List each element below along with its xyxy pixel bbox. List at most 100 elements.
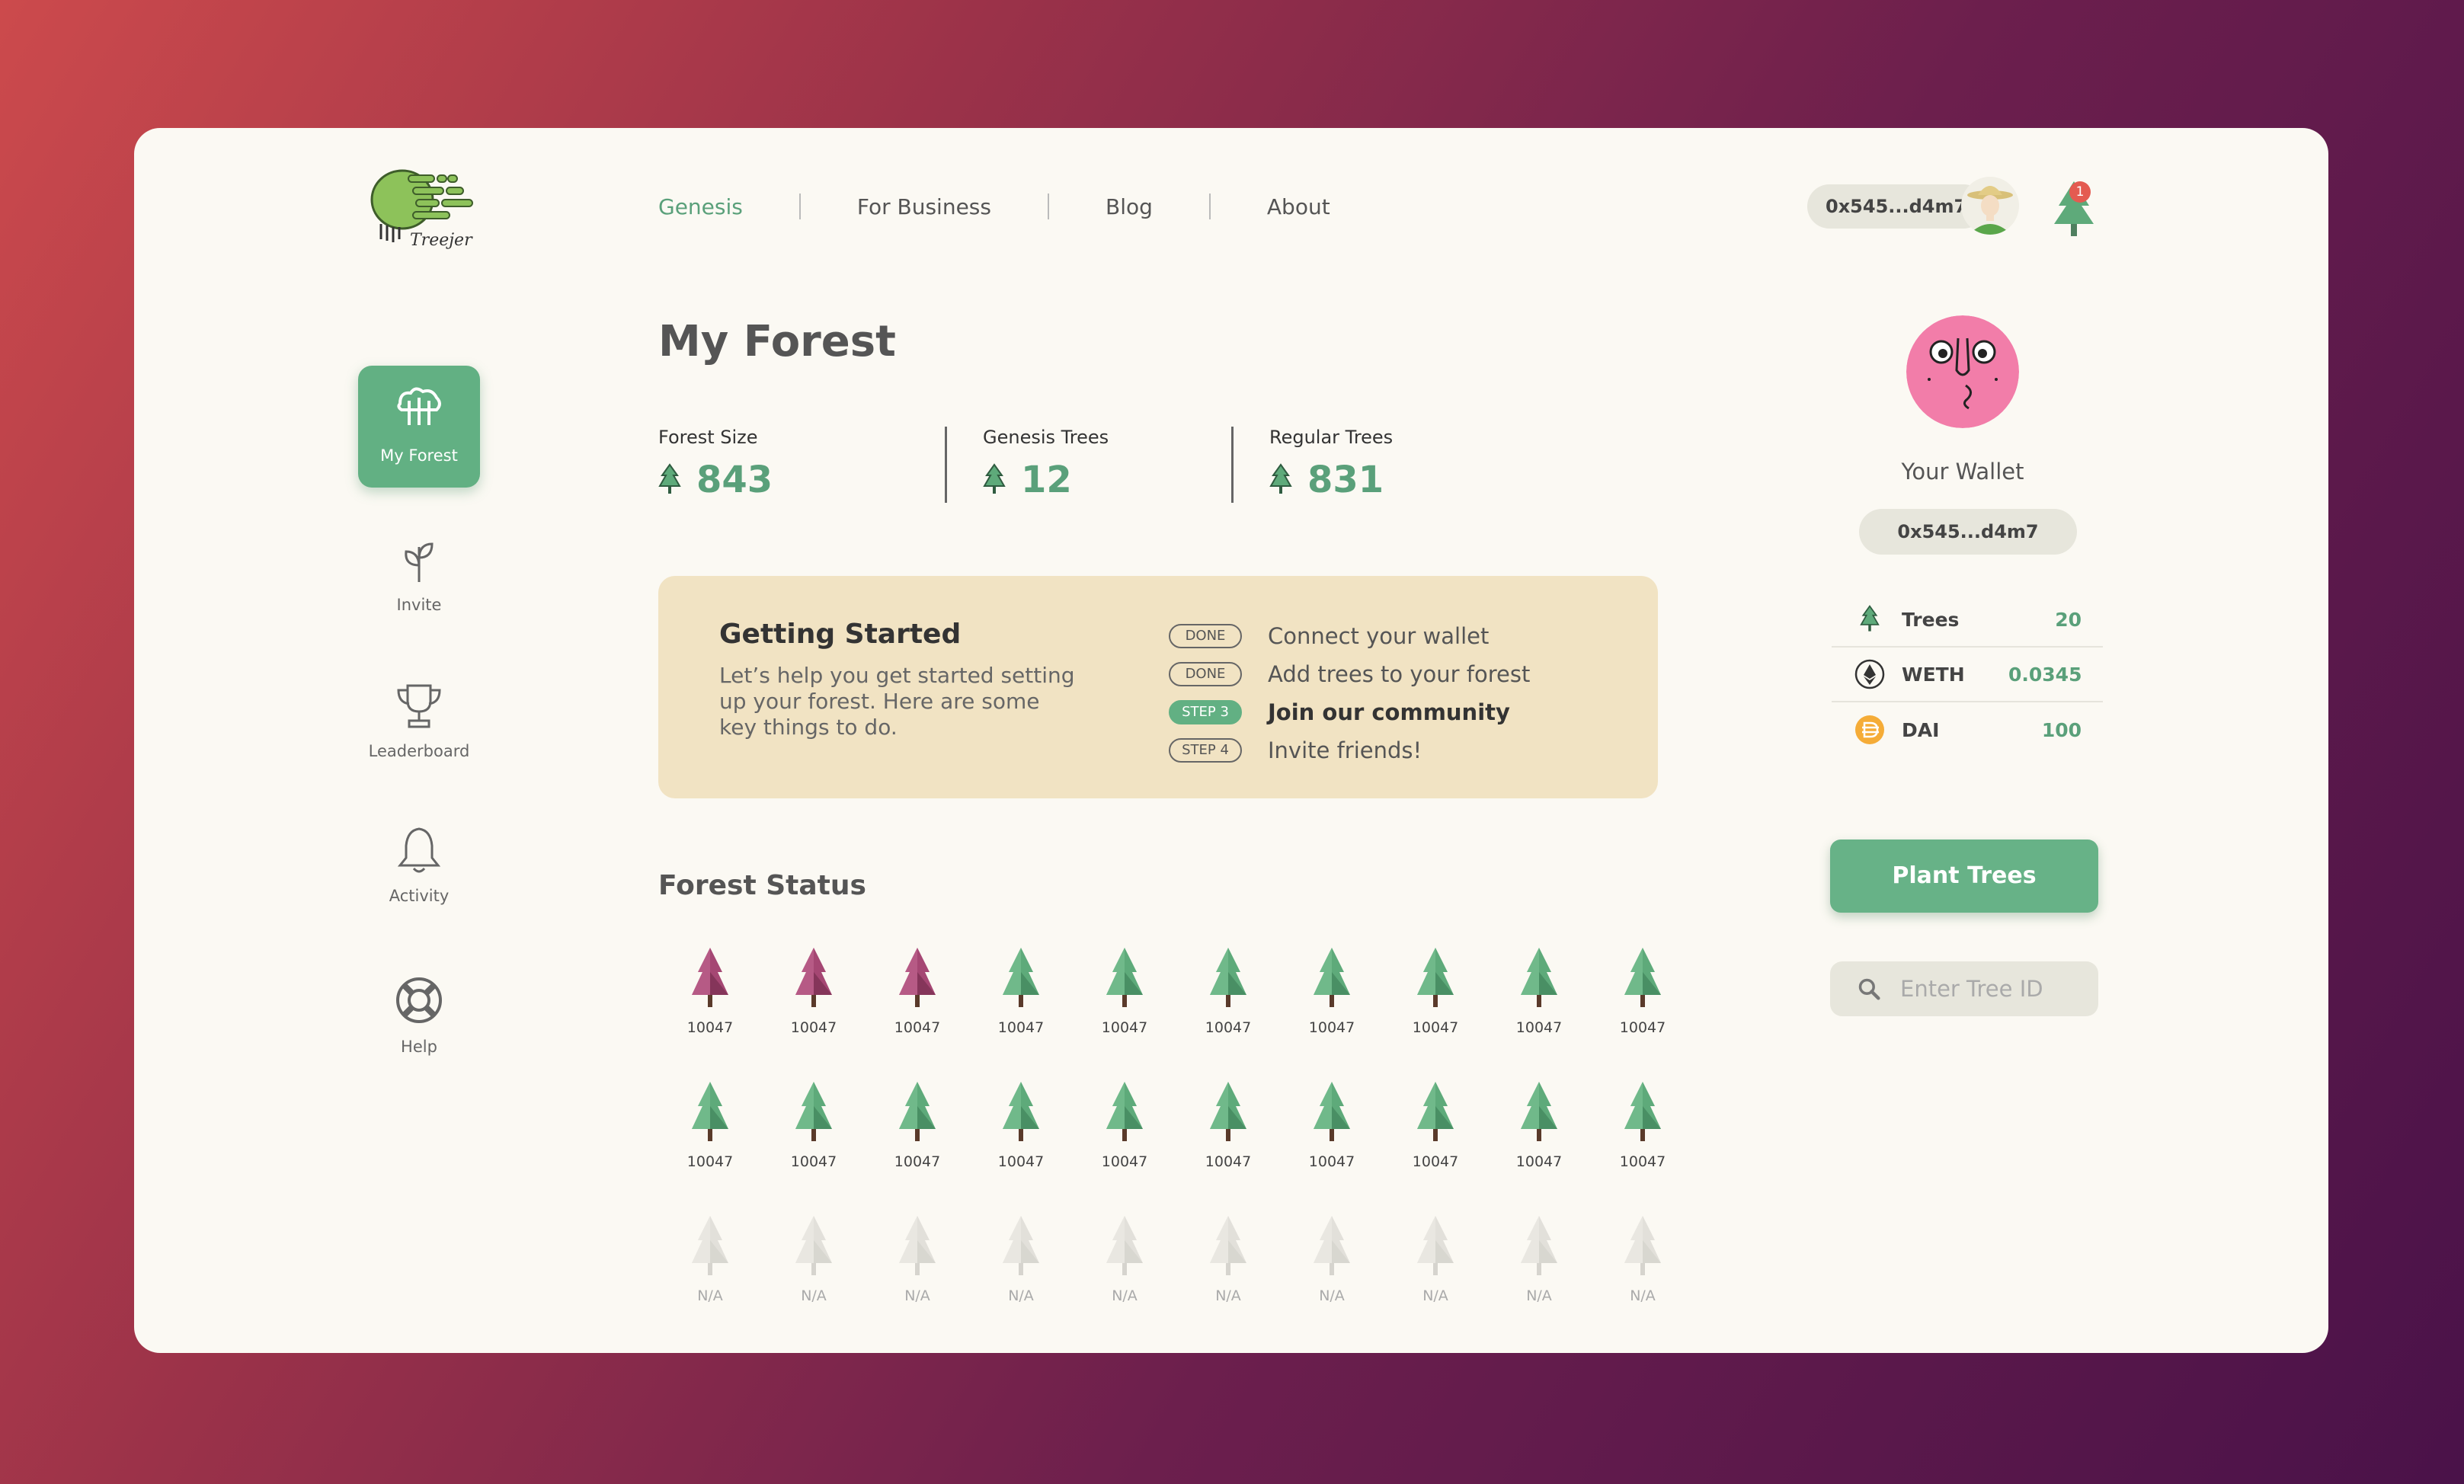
- stat-divider: [1231, 427, 1234, 503]
- nav-blog[interactable]: Blog: [1049, 194, 1209, 219]
- sidebar-item-invite[interactable]: Invite: [358, 515, 480, 637]
- getting-started-panel: Getting Started Let’s help you get start…: [658, 576, 1658, 798]
- empty-tree-slot[interactable]: N/A: [1487, 1204, 1591, 1326]
- nav-about[interactable]: About: [1211, 194, 1387, 219]
- asset-row-dai: DAI 100: [1832, 702, 2103, 757]
- empty-tree-slot[interactable]: N/A: [1591, 1204, 1694, 1326]
- bell-icon: [397, 827, 441, 873]
- step-text: Connect your wallet: [1268, 623, 1490, 649]
- empty-tree-slot[interactable]: N/A: [762, 1204, 866, 1326]
- regular-tree-icon: [1314, 1082, 1350, 1141]
- tree-icon: [1860, 605, 1880, 632]
- empty-tree-icon: [1521, 1216, 1557, 1275]
- step-invite-friends[interactable]: STEP 4 Invite friends!: [1169, 731, 1530, 769]
- empty-tree-slot[interactable]: N/A: [1384, 1204, 1487, 1326]
- nav-genesis[interactable]: Genesis: [658, 194, 799, 219]
- sidebar-item-my-forest[interactable]: My Forest: [358, 366, 480, 488]
- tree-id-label: N/A: [1422, 1287, 1448, 1304]
- regular-tree-icon: [1106, 948, 1143, 1007]
- stat-forest-size: Forest Size 843: [658, 427, 945, 501]
- tree-id-label: 10047: [1101, 1019, 1148, 1036]
- top-nav: Genesis For Business Blog About: [658, 193, 1387, 219]
- empty-tree-slot[interactable]: N/A: [969, 1204, 1073, 1326]
- asset-value: 100: [2041, 718, 2082, 741]
- regular-tree-icon: [1417, 948, 1454, 1007]
- tree-id-label: 10047: [1619, 1153, 1666, 1170]
- tree-item[interactable]: 10047: [866, 1070, 969, 1191]
- tree-id-input[interactable]: [1900, 976, 2098, 1002]
- tree-id-label: 10047: [894, 1019, 941, 1036]
- nav-for-business[interactable]: For Business: [801, 194, 1048, 219]
- tree-id-label: N/A: [1319, 1287, 1345, 1304]
- stat-genesis-trees: Genesis Trees 12: [945, 427, 1231, 503]
- tree-item[interactable]: 10047: [866, 935, 969, 1057]
- getting-started-title: Getting Started: [719, 619, 962, 650]
- plant-trees-button[interactable]: Plant Trees: [1830, 840, 2098, 913]
- getting-started-description: Let’s help you get started setting up yo…: [719, 663, 1075, 740]
- step-add-trees[interactable]: DONE Add trees to your forest: [1169, 655, 1530, 693]
- user-avatar[interactable]: [1961, 177, 2019, 235]
- tree-item[interactable]: 10047: [1487, 935, 1591, 1057]
- tree-id-label: 10047: [1205, 1153, 1252, 1170]
- tree-id-label: 10047: [1412, 1019, 1459, 1036]
- empty-tree-slot[interactable]: N/A: [1176, 1204, 1280, 1326]
- empty-tree-slot[interactable]: N/A: [1073, 1204, 1176, 1326]
- empty-tree-slot[interactable]: N/A: [866, 1204, 969, 1326]
- tree-item[interactable]: 10047: [1384, 1070, 1487, 1191]
- tree-item[interactable]: 10047: [762, 1070, 866, 1191]
- empty-tree-slot[interactable]: N/A: [1280, 1204, 1384, 1326]
- asset-name: DAI: [1902, 718, 1940, 741]
- sidebar-label: Leaderboard: [368, 742, 470, 760]
- eth-icon: [1854, 659, 1885, 689]
- wallet-address[interactable]: 0x545...d4m7: [1859, 509, 2077, 555]
- sidebar-item-activity[interactable]: Activity: [358, 806, 480, 928]
- tree-icon: [1269, 463, 1292, 494]
- tree-id-label: 10047: [1308, 1153, 1355, 1170]
- tree-item[interactable]: 10047: [658, 1070, 762, 1191]
- tree-item[interactable]: 10047: [1591, 935, 1694, 1057]
- tree-id-label: 10047: [1205, 1019, 1252, 1036]
- tree-search: [1830, 961, 2098, 1016]
- regular-tree-icon: [1003, 948, 1039, 1007]
- lifebuoy-icon: [396, 977, 442, 1023]
- tree-item[interactable]: 10047: [1176, 935, 1280, 1057]
- empty-tree-icon: [899, 1216, 936, 1275]
- svg-text:Treejer: Treejer: [410, 231, 473, 250]
- tree-item[interactable]: 10047: [1073, 1070, 1176, 1191]
- tree-item[interactable]: 10047: [1487, 1070, 1591, 1191]
- empty-tree-icon: [795, 1216, 832, 1275]
- tree-item[interactable]: 10047: [658, 935, 762, 1057]
- tree-id-label: 10047: [997, 1019, 1045, 1036]
- tree-id-label: N/A: [1215, 1287, 1241, 1304]
- tree-id-label: 10047: [686, 1019, 734, 1036]
- onboarding-steps: DONE Connect your wallet DONE Add trees …: [1169, 617, 1530, 769]
- tree-item[interactable]: 10047: [1591, 1070, 1694, 1191]
- empty-tree-slot[interactable]: N/A: [658, 1204, 762, 1326]
- stat-divider: [945, 427, 947, 503]
- regular-tree-icon: [1624, 1082, 1661, 1141]
- tree-item[interactable]: 10047: [969, 935, 1073, 1057]
- tree-item[interactable]: 10047: [1280, 1070, 1384, 1191]
- tree-item[interactable]: 10047: [1384, 935, 1487, 1057]
- tree-item[interactable]: 10047: [762, 935, 866, 1057]
- sidebar-item-leaderboard[interactable]: Leaderboard: [358, 661, 480, 783]
- tree-item[interactable]: 10047: [1073, 935, 1176, 1057]
- header-wallet-address[interactable]: 0x545...d4m7: [1807, 184, 1986, 229]
- step-badge: DONE: [1169, 624, 1242, 648]
- sidebar-label: Activity: [389, 887, 450, 905]
- tree-id-label: N/A: [801, 1287, 827, 1304]
- face-avatar-icon: [1906, 315, 2019, 428]
- regular-tree-icon: [1624, 948, 1661, 1007]
- empty-tree-icon: [1106, 1216, 1143, 1275]
- treejer-logo[interactable]: Treejer: [363, 166, 485, 251]
- farmer-avatar-icon: [1961, 177, 2019, 235]
- wallet-assets: Trees 20 WETH 0.0345 DAI 100: [1832, 593, 2103, 757]
- tree-item[interactable]: 10047: [1280, 935, 1384, 1057]
- step-connect-wallet[interactable]: DONE Connect your wallet: [1169, 617, 1530, 655]
- tree-id-label: N/A: [1630, 1287, 1656, 1304]
- sidebar-item-help[interactable]: Help: [358, 957, 480, 1079]
- stat-label: Forest Size: [658, 427, 758, 448]
- step-join-community[interactable]: STEP 3 Join our community: [1169, 693, 1530, 731]
- tree-item[interactable]: 10047: [969, 1070, 1073, 1191]
- tree-item[interactable]: 10047: [1176, 1070, 1280, 1191]
